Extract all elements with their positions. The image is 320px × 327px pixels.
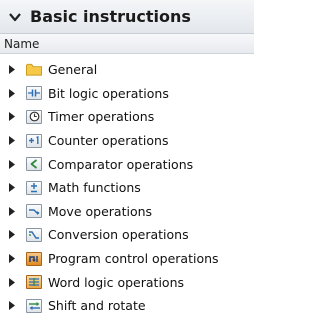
- column-header-name[interactable]: Name: [0, 34, 254, 54]
- folder-icon: [26, 63, 42, 77]
- move-icon: [26, 204, 42, 219]
- expand-arrow-icon[interactable]: [6, 229, 18, 241]
- expand-arrow-icon[interactable]: [6, 111, 18, 123]
- expand-arrow-icon[interactable]: [6, 64, 18, 76]
- tree-item-label: Math functions: [48, 180, 141, 196]
- math-icon: [26, 180, 42, 195]
- tree-item-label: Word logic operations: [48, 274, 185, 290]
- bit-logic-icon: [26, 86, 42, 101]
- tree-item-counter[interactable]: Counter operations: [0, 129, 254, 153]
- tree-item-word-logic[interactable]: Word logic operations: [0, 270, 254, 294]
- tree-item-label: Timer operations: [48, 109, 155, 125]
- tree-item-program-control[interactable]: Program control operations: [0, 247, 254, 271]
- panel-header[interactable]: Basic instructions: [0, 0, 254, 34]
- instructions-panel: Basic instructions Name General Bit logi…: [0, 0, 254, 327]
- column-header-label: Name: [4, 36, 40, 51]
- expand-arrow-icon[interactable]: [6, 276, 18, 288]
- tree-item-math[interactable]: Math functions: [0, 176, 254, 200]
- tree-item-conversion[interactable]: Conversion operations: [0, 223, 254, 247]
- program-control-icon: [26, 251, 42, 266]
- tree-item-label: Program control operations: [48, 251, 219, 267]
- tree-item-label: Conversion operations: [48, 227, 189, 243]
- expand-arrow-icon[interactable]: [6, 158, 18, 170]
- chevron-down-icon[interactable]: [6, 8, 24, 26]
- comparator-icon: [26, 157, 42, 172]
- expand-arrow-icon[interactable]: [6, 87, 18, 99]
- counter-icon: [26, 133, 42, 148]
- tree-item-label: Shift and rotate: [48, 298, 146, 314]
- expand-arrow-icon[interactable]: [6, 135, 18, 147]
- shift-rotate-icon: [26, 298, 42, 313]
- expand-arrow-icon[interactable]: [6, 300, 18, 312]
- tree-item-label: Counter operations: [48, 133, 169, 149]
- tree-item-bit-logic[interactable]: Bit logic operations: [0, 82, 254, 106]
- tree-item-label: Move operations: [48, 203, 153, 219]
- tree-item-general[interactable]: General: [0, 58, 254, 82]
- tree-item-label: General: [48, 62, 98, 78]
- conversion-icon: [26, 227, 42, 242]
- expand-arrow-icon[interactable]: [6, 253, 18, 265]
- tree-item-shift-rotate[interactable]: Shift and rotate: [0, 294, 254, 318]
- tree-item-label: Comparator operations: [48, 156, 194, 172]
- expand-arrow-icon[interactable]: [6, 205, 18, 217]
- instruction-tree: General Bit logic operations Timer opera…: [0, 54, 254, 318]
- tree-item-move[interactable]: Move operations: [0, 200, 254, 224]
- tree-item-label: Bit logic operations: [48, 85, 169, 101]
- word-logic-icon: [26, 275, 42, 290]
- tree-item-comparator[interactable]: Comparator operations: [0, 152, 254, 176]
- expand-arrow-icon[interactable]: [6, 182, 18, 194]
- tree-item-timer[interactable]: Timer operations: [0, 105, 254, 129]
- timer-icon: [26, 109, 42, 124]
- panel-title: Basic instructions: [30, 7, 191, 26]
